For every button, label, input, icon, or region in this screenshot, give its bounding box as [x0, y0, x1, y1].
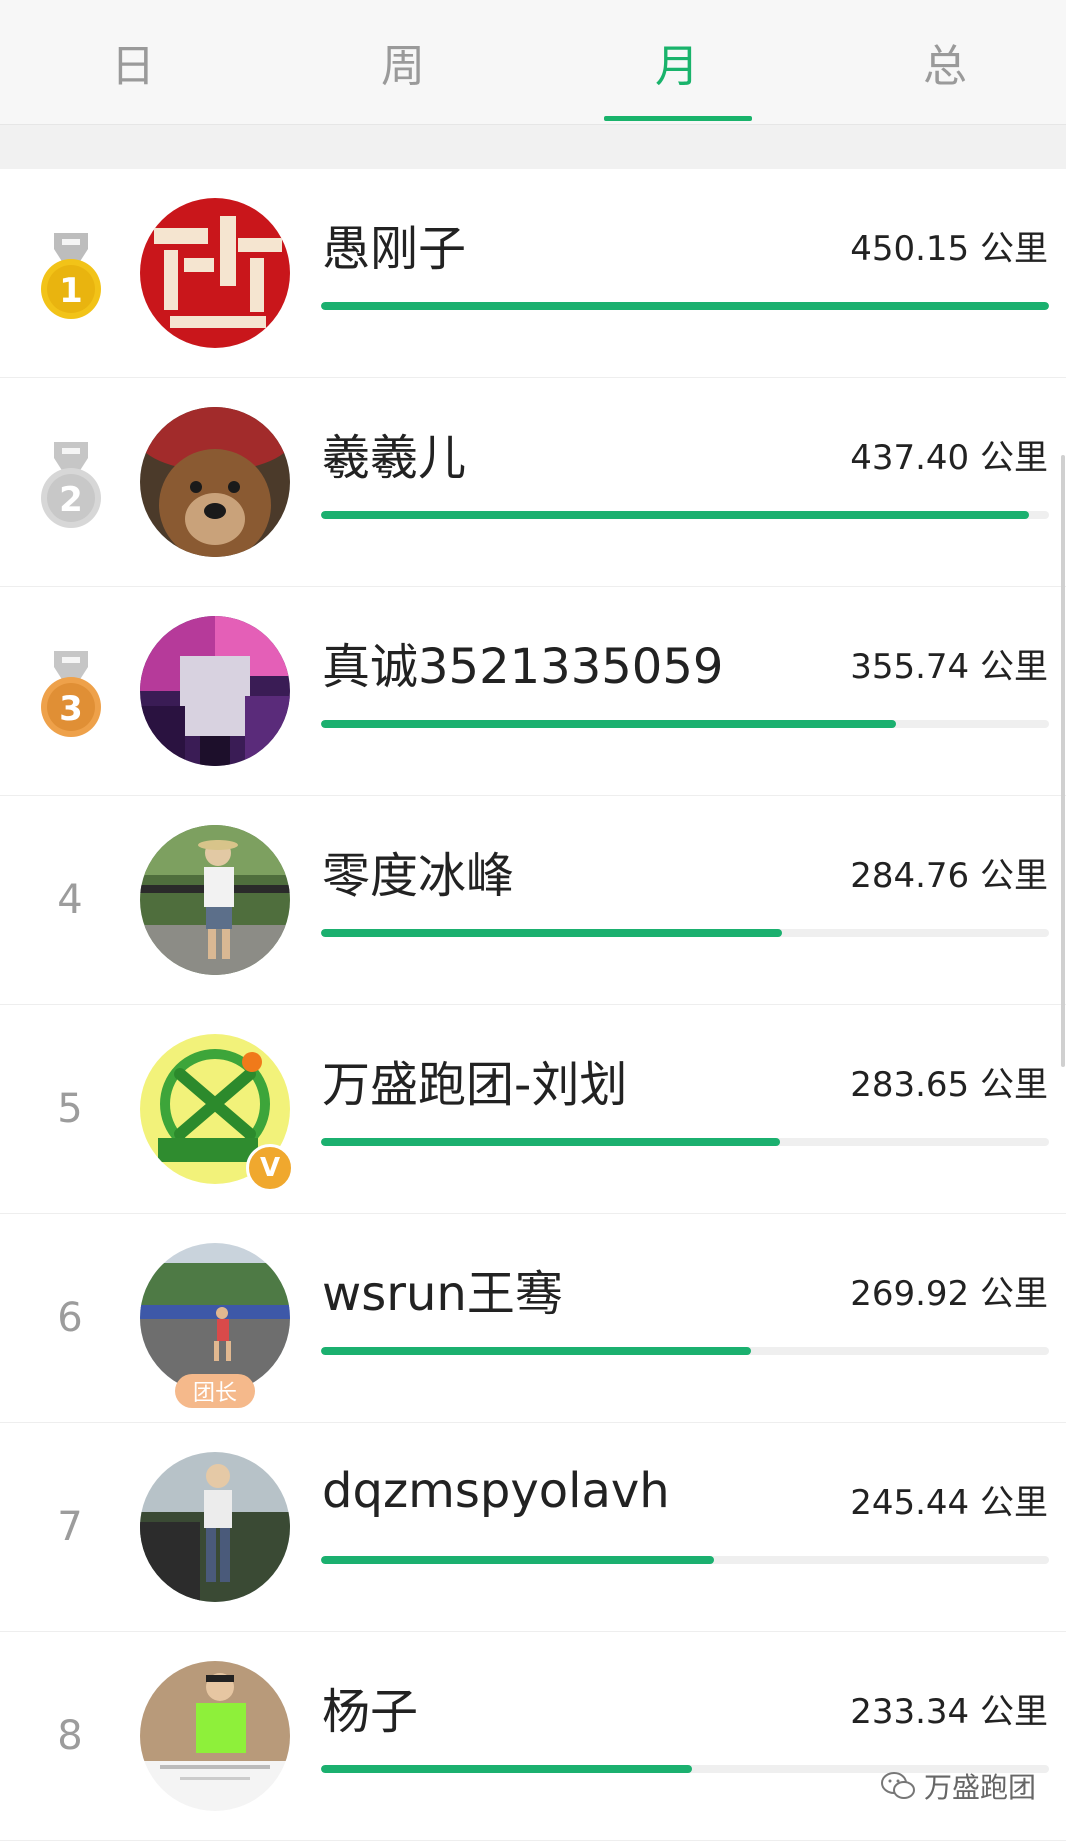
active-tab-indicator: [604, 116, 752, 121]
leaderboard-row[interactable]: 4 零度冰峰 284.76 公里: [0, 796, 1066, 1005]
progress-fill: [321, 511, 1029, 519]
progress-fill: [321, 720, 897, 728]
leaderboard-row[interactable]: 5 V 万盛跑团-刘划 283.65 公里: [0, 1005, 1066, 1214]
svg-text:3: 3: [59, 689, 83, 729]
progress-fill: [321, 929, 782, 937]
progress-bar: [321, 720, 1049, 728]
tab-day[interactable]: 日: [0, 0, 266, 124]
distance-value: 450.15 公里: [850, 229, 1048, 269]
distance-value: 245.44 公里: [850, 1483, 1048, 1523]
rank-number: 5: [57, 1086, 83, 1132]
progress-fill: [321, 1765, 693, 1773]
rank-number: 4: [57, 877, 83, 923]
rank-number: 7: [57, 1504, 83, 1550]
rank-number: 6: [57, 1295, 83, 1341]
tab-total[interactable]: 总: [812, 0, 1066, 124]
progress-fill: [321, 302, 1049, 310]
progress-fill: [321, 1138, 780, 1146]
distance-value: 437.40 公里: [850, 438, 1048, 478]
distance-value: 269.92 公里: [850, 1274, 1048, 1314]
runner-name: 零度冰峰: [322, 848, 515, 904]
progress-bar: [321, 511, 1049, 519]
captain-badge: 团长: [175, 1374, 255, 1408]
distance-value: 284.76 公里: [850, 856, 1048, 896]
progress-fill: [321, 1347, 751, 1355]
leaderboard-row[interactable]: 3 真诚3521335059 355.74 公里: [0, 587, 1066, 796]
distance-value: 233.34 公里: [850, 1692, 1048, 1732]
watermark-text: 万盛跑团: [924, 1771, 1037, 1804]
svg-text:1: 1: [59, 271, 83, 311]
avatar[interactable]: [140, 1452, 290, 1602]
avatar[interactable]: [140, 1661, 290, 1811]
section-divider: [0, 125, 1066, 169]
tab-month[interactable]: 月: [544, 0, 810, 124]
runner-name: dqzmspyolavh: [322, 1463, 670, 1519]
runner-name: 万盛跑团-刘划: [322, 1057, 628, 1113]
leaderboard-row[interactable]: 7 dqzmspyolavh 245.44 公里: [0, 1423, 1066, 1632]
leaderboard-row[interactable]: 8 杨子 233.34 公里: [0, 1632, 1066, 1841]
avatar[interactable]: [140, 407, 290, 557]
avatar[interactable]: [140, 198, 290, 348]
svg-text:2: 2: [59, 480, 83, 520]
progress-bar: [321, 1138, 1049, 1146]
runner-name: wsrun王骞: [322, 1266, 563, 1322]
progress-bar: [321, 1556, 1049, 1564]
progress-fill: [321, 1556, 715, 1564]
avatar[interactable]: [140, 616, 290, 766]
progress-bar: [321, 1347, 1049, 1355]
avatar[interactable]: [140, 1243, 290, 1393]
leaderboard-row[interactable]: 1 愚刚子 450.15 公里: [0, 169, 1066, 378]
scrollbar[interactable]: [1061, 455, 1065, 1067]
leaderboard-list: 1 愚刚子 450.15 公里 2 羲羲儿 437.40 公里 3 真诚3521…: [0, 169, 1066, 1841]
runner-name: 杨子: [322, 1684, 419, 1740]
runner-name: 真诚3521335059: [322, 639, 724, 695]
silver-medal-icon: 2: [41, 442, 101, 528]
period-tabs: 日 周 月 总: [0, 0, 1066, 125]
progress-bar: [321, 302, 1049, 310]
wechat-icon: [881, 1772, 915, 1799]
distance-value: 355.74 公里: [850, 647, 1048, 687]
tab-week[interactable]: 周: [270, 0, 536, 124]
leaderboard-row[interactable]: 2 羲羲儿 437.40 公里: [0, 378, 1066, 587]
runner-name: 羲羲儿: [322, 430, 467, 486]
runner-name: 愚刚子: [322, 221, 467, 277]
distance-value: 283.65 公里: [850, 1065, 1048, 1105]
gold-medal-icon: 1: [41, 233, 101, 319]
rank-number: 8: [57, 1713, 83, 1759]
watermark: 万盛跑团: [880, 1766, 1036, 1806]
leaderboard-row[interactable]: 6 团长 wsrun王骞 269.92 公里: [0, 1214, 1066, 1423]
progress-bar: [321, 929, 1049, 937]
bronze-medal-icon: 3: [41, 651, 101, 737]
avatar[interactable]: [140, 825, 290, 975]
verified-badge: V: [246, 1144, 294, 1192]
